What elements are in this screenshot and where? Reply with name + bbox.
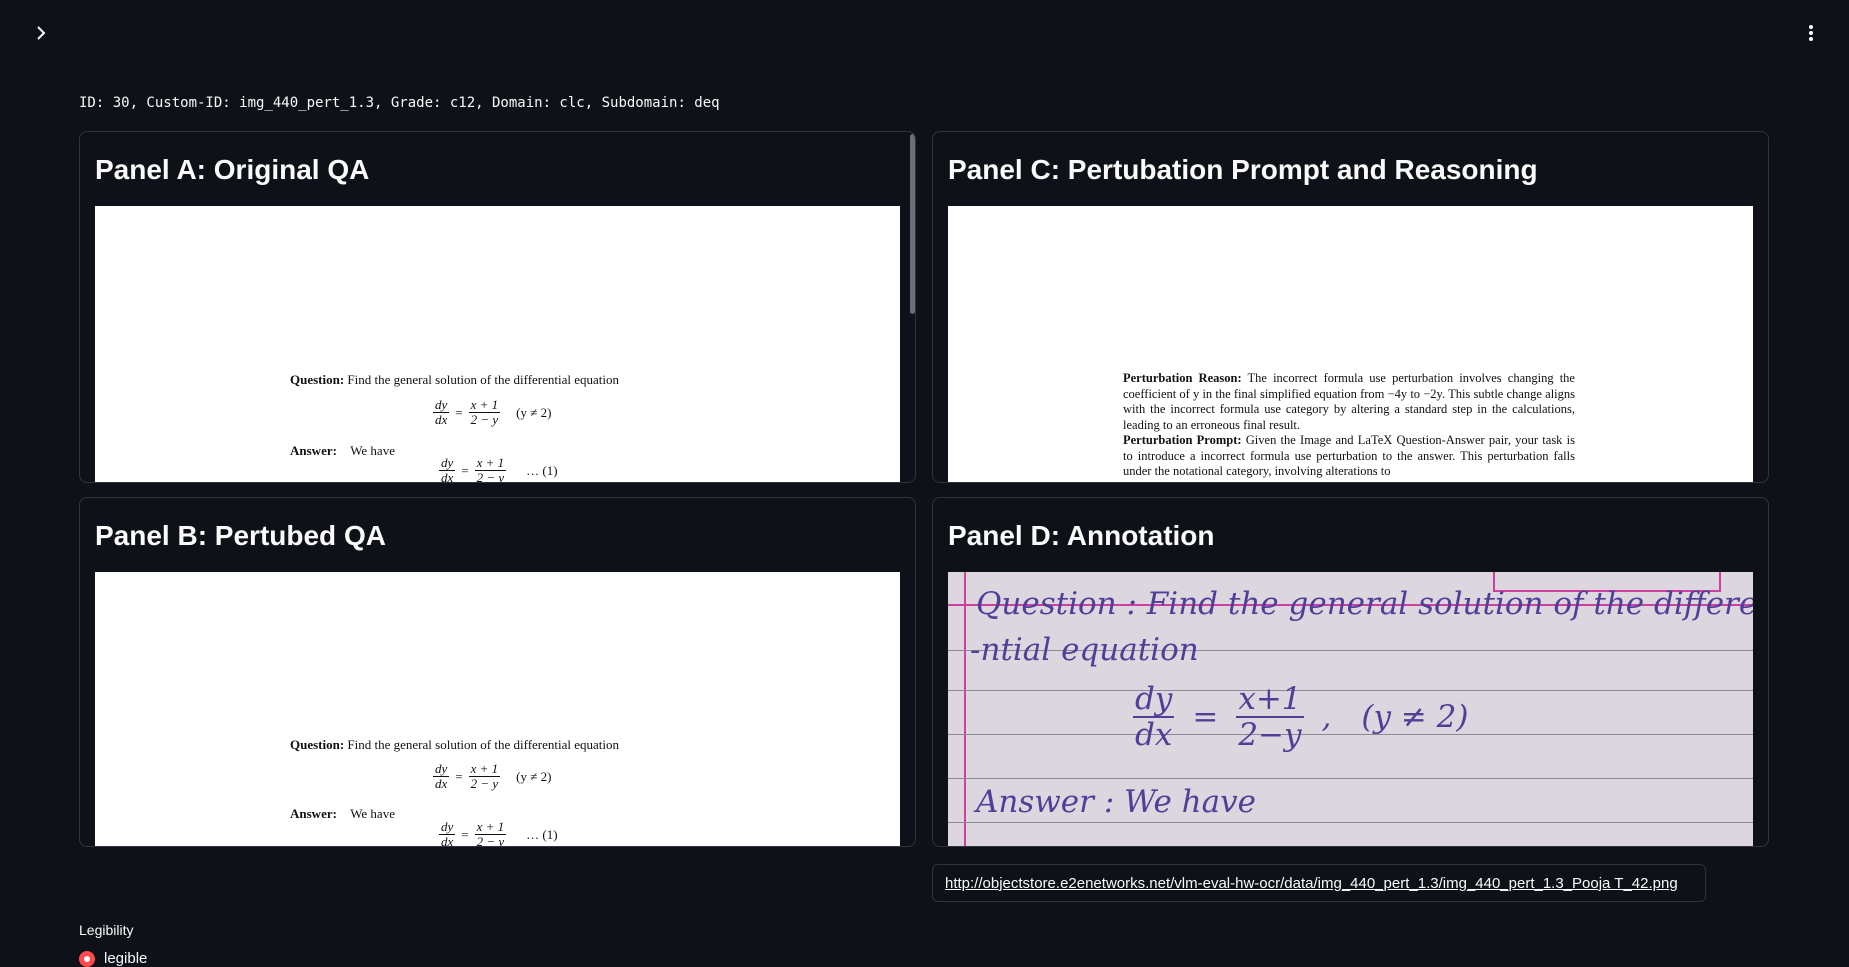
eq-rhs-numerator: x + 1 [474,819,507,835]
eq-denominator: dx [441,470,454,483]
equation-1: dy dx = x + 12 − y … (1) [439,820,558,846]
eq-rhs-denominator: 2 − y [476,470,505,483]
panel-title: Panel B: Pertubed QA [95,520,386,551]
legibility-label: Legibility [79,922,134,938]
eq-numerator: dy [439,819,456,835]
kebab-menu-icon[interactable] [1800,22,1822,44]
annotation-line-4: Answer : We have [976,784,1256,820]
annotation-eq-rhs-denominator: 2−y [1238,717,1302,753]
answer-text: We have [350,806,395,821]
eq-rhs-denominator: 2 − y [476,834,505,847]
eq-rhs-denominator: 2 − y [470,412,499,427]
eq-condition: (y ≠ 2) [516,404,552,420]
panel-title: Panel A: Original QA [95,154,370,185]
panel-annotation: Panel D: Annotation Question : Find the … [932,497,1769,847]
equation-1: dy dx = x + 12 − y … (1) [439,456,558,482]
original-qa-image: Question: Find the general solution of t… [95,206,900,482]
legibility-radio-legible[interactable]: legible [79,950,147,967]
eq-denominator: dx [435,412,448,427]
handwritten-annotation-image: Question : Find the general solution of … [948,572,1753,846]
eq-reference: … (1) [526,462,558,478]
eq-numerator: dy [433,761,450,777]
panel-original-qa: Panel A: Original QA Question: Find the … [79,131,916,483]
perturbed-qa-image: Question: Find the general solution of t… [95,572,900,846]
scrollbar[interactable] [910,134,915,314]
eq-rhs-numerator: x + 1 [468,397,501,413]
margin-line-left [964,572,966,846]
perturbation-text: Perturbation Reason: The incorrect formu… [1123,371,1575,480]
eq-denominator: dx [441,834,454,847]
radio-selected-icon[interactable] [79,950,95,967]
radio-option-label: legible [104,950,148,967]
chevron-right-icon[interactable] [32,22,50,44]
annotation-eq-numerator: dy [1133,681,1175,718]
eq-rhs-denominator: 2 − y [470,776,499,791]
annotation-eq-denominator: dx [1135,717,1173,753]
panel-title: Panel C: Pertubation Prompt and Reasonin… [948,154,1538,185]
question-label: Question: [290,372,345,387]
panel-perturbation-prompt: Panel C: Pertubation Prompt and Reasonin… [932,131,1769,483]
eq-numerator: dy [439,455,456,471]
panel-perturbed-qa: Panel B: Pertubed QA Question: Find the … [79,497,916,847]
image-url-box: http://objectstore.e2enetworks.net/vlm-e… [932,864,1706,902]
perturbation-prompt-image: Perturbation Reason: The incorrect formu… [948,206,1753,482]
record-metadata: ID: 30, Custom-ID: img_440_pert_1.3, Gra… [79,95,720,111]
equation: dy dx = x + 12 − y (y ≠ 2) [433,761,552,791]
eq-rhs-numerator: x + 1 [474,455,507,471]
annotation-equation: dy dx = x+1 2−y , (y ≠ 2) [1133,681,1469,753]
annotation-line-1: Question : Find the general solution of … [976,586,1753,622]
eq-numerator: dy [433,397,450,413]
question-label: Question: [290,737,345,752]
equation: dy dx = x + 12 − y (y ≠ 2) [433,397,552,427]
eq-reference: … (1) [526,826,558,842]
panel-title: Panel D: Annotation [948,520,1215,551]
annotation-eq-condition: (y ≠ 2) [1361,699,1469,735]
answer-text: We have [350,443,395,458]
image-url-link[interactable]: http://objectstore.e2enetworks.net/vlm-e… [945,875,1678,892]
answer-label: Answer: [290,443,337,458]
annotation-line-2: -ntial equation [970,632,1199,668]
eq-denominator: dx [435,776,448,791]
annotation-eq-rhs-numerator: x+1 [1236,681,1304,718]
ruled-line [948,822,1753,823]
eq-condition: (y ≠ 2) [516,768,552,784]
question-text: Find the general solution of the differe… [347,737,620,752]
answer-label: Answer: [290,806,337,821]
ruled-line [948,778,1753,779]
reason-label: Perturbation Reason: [1123,371,1242,385]
question-text: Find the general solution of the differe… [347,372,620,387]
eq-rhs-numerator: x + 1 [468,761,501,777]
prompt-label: Perturbation Prompt: [1123,433,1242,447]
